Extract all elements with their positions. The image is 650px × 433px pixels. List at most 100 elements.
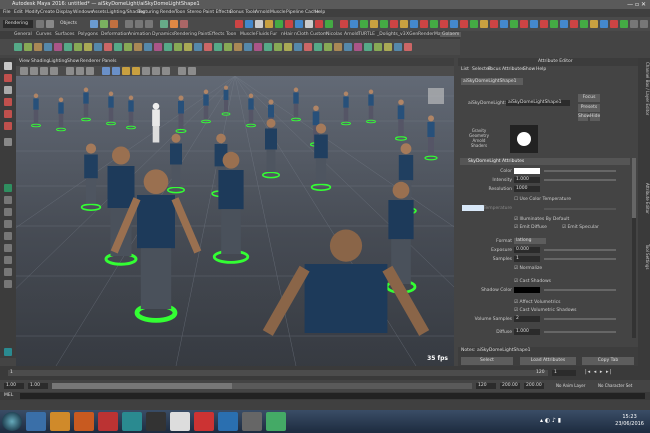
cast-volumetric-shadows-checkbox[interactable]: ☑ Cast Volumetric Shadows [514, 308, 577, 313]
shelf-tool-icon[interactable] [294, 43, 302, 51]
select-tool-icon[interactable] [4, 62, 12, 70]
tool-settings-tab[interactable]: Tool Settings [638, 244, 650, 294]
select-object-icon[interactable] [100, 20, 108, 28]
time-slider-track[interactable] [8, 370, 548, 376]
anim-layer-dropdown[interactable]: No Anim Layer [556, 383, 585, 388]
paint-select-icon[interactable] [4, 86, 12, 94]
shelf-tool-icon[interactable] [374, 43, 382, 51]
layout-side-icon[interactable] [4, 208, 12, 216]
channel-box-tab[interactable]: Channel Box / Layer Editor [638, 62, 650, 182]
shelf-tab[interactable]: _Dolights_v3 [377, 32, 406, 37]
taskbar-app-icon-2[interactable] [146, 412, 166, 431]
ae-select-button[interactable]: Select [461, 357, 513, 365]
toolbar-red-icon[interactable] [490, 20, 498, 28]
toolbar-green-icon[interactable] [580, 20, 588, 28]
toolbar-green-icon[interactable] [325, 20, 333, 28]
toolbar-red-icon[interactable] [460, 20, 468, 28]
shelf-tool-icon[interactable] [34, 43, 42, 51]
ae-focus-button[interactable]: Focus [578, 94, 600, 102]
shelf-tool-icon[interactable] [214, 43, 222, 51]
shelf-tool-icon[interactable] [334, 43, 342, 51]
shelf-tab[interactable]: Fluids [256, 32, 269, 37]
menu-set-dropdown[interactable]: Rendering [3, 20, 33, 28]
last-tool-icon[interactable] [4, 138, 12, 146]
ae-copy-tab-button[interactable]: Copy Tab [582, 357, 634, 365]
shelf-tool-icon[interactable] [164, 43, 172, 51]
shelf-tool-icon[interactable] [74, 43, 82, 51]
open-scene-icon[interactable] [46, 20, 54, 28]
system-tray-icons[interactable]: ▴ ◐ ♪ ▮ [540, 417, 561, 424]
isolate-icon[interactable] [178, 67, 186, 75]
menu-item[interactable]: Windows [73, 10, 93, 15]
attribute-editor-tab[interactable]: Attribute Editor [638, 183, 650, 243]
snap-grid-icon[interactable] [125, 20, 133, 28]
emit-diffuse-checkbox[interactable]: ☑ Emit Diffuse [514, 225, 547, 230]
shelf-tool-icon[interactable] [54, 43, 62, 51]
toolbar-red-icon[interactable] [420, 20, 428, 28]
snap-point-icon[interactable] [145, 20, 153, 28]
toolbar-blue-icon[interactable] [410, 20, 418, 28]
shelf-tab[interactable]: XGen [406, 32, 418, 37]
shelf-tool-icon[interactable] [254, 43, 262, 51]
toolbar-yellow-icon[interactable] [370, 20, 378, 28]
diffuse-slider[interactable] [544, 331, 616, 333]
toolbar-green-icon[interactable] [380, 20, 388, 28]
menu-item[interactable]: Create [40, 10, 55, 15]
shelf-tab[interactable]: Dynamics [152, 32, 174, 37]
bookmark-icon[interactable] [40, 67, 48, 75]
layout-four-icon[interactable] [4, 196, 12, 204]
shelf-tool-icon[interactable] [194, 43, 202, 51]
diffuse-field[interactable]: 1.000 [514, 329, 540, 335]
render-icon[interactable] [160, 20, 168, 28]
toolbar-red-icon[interactable] [340, 20, 348, 28]
menu-item[interactable]: Toon [175, 10, 185, 15]
new-scene-icon[interactable] [36, 20, 44, 28]
taskbar-app-icon[interactable] [50, 412, 70, 431]
toolbar-red-icon[interactable] [285, 20, 293, 28]
ae-load-attributes-button[interactable]: Load Attributes [520, 357, 576, 365]
shelf-tool-icon[interactable] [84, 43, 92, 51]
range-end-field[interactable]: 120 [476, 383, 496, 389]
camera-icon[interactable] [20, 67, 28, 75]
shelf-tool-icon[interactable] [324, 43, 332, 51]
wireframe-icon[interactable] [102, 67, 110, 75]
menu-item[interactable]: Display [56, 10, 73, 15]
anim-start-field[interactable]: 1.00 [4, 383, 24, 389]
shelf-tab[interactable]: nCloth [294, 32, 309, 37]
ae-scrollbar[interactable] [632, 158, 636, 338]
shelf-tab[interactable]: nHair [281, 32, 293, 37]
toolbar-green-icon[interactable] [620, 20, 628, 28]
rotate-tool-icon[interactable] [4, 110, 12, 118]
intensity-slider[interactable] [544, 179, 616, 181]
toolbar-green-icon[interactable] [360, 20, 368, 28]
view-cube[interactable] [428, 88, 444, 104]
shelf-tool-icon[interactable] [264, 43, 272, 51]
shelf-tool-icon[interactable] [44, 43, 52, 51]
start-button-icon[interactable] [2, 412, 22, 431]
toolbar-green-icon[interactable] [430, 20, 438, 28]
toolbar-blue-icon[interactable] [450, 20, 458, 28]
toolbar-gray-icon[interactable] [630, 20, 638, 28]
ae-scrollbar-thumb[interactable] [632, 158, 636, 218]
toolbar-yellow-icon[interactable] [400, 20, 408, 28]
shelf-tab[interactable]: Nicolas [326, 32, 342, 37]
toolbar-yellow-icon[interactable] [480, 20, 488, 28]
taskbar-photoshop-icon[interactable] [218, 412, 238, 431]
cast-shadows-checkbox[interactable]: ☑ Cast Shadows [514, 279, 551, 284]
viewport-menu-item[interactable]: Lighting [49, 59, 67, 64]
ae-menu-item[interactable]: Focus [488, 67, 501, 72]
current-frame-field[interactable]: 1 [552, 370, 576, 376]
toolbar-white-icon[interactable] [255, 20, 263, 28]
ae-menu-item[interactable]: List [461, 67, 469, 72]
shelf-tool-icon[interactable] [234, 43, 242, 51]
shelf-tab[interactable]: Rendering [174, 32, 197, 37]
menu-item[interactable]: Assets [92, 10, 107, 15]
menu-item[interactable]: Stereo [187, 10, 202, 15]
time-slider[interactable]: 1 120 1 |◂ ◂ ▸ ▸| [0, 366, 650, 380]
viewport-menu-item[interactable]: View [19, 59, 30, 64]
shelf-tab[interactable]: TURTLE [358, 32, 375, 37]
shelf-tab[interactable]: PaintEffects [198, 32, 224, 37]
affect-volumetrics-checkbox[interactable]: ☑ Affect Volumetrics [514, 300, 561, 305]
camera-attr-icon[interactable] [30, 67, 38, 75]
character-set-dropdown[interactable]: No Character Set [598, 383, 632, 388]
